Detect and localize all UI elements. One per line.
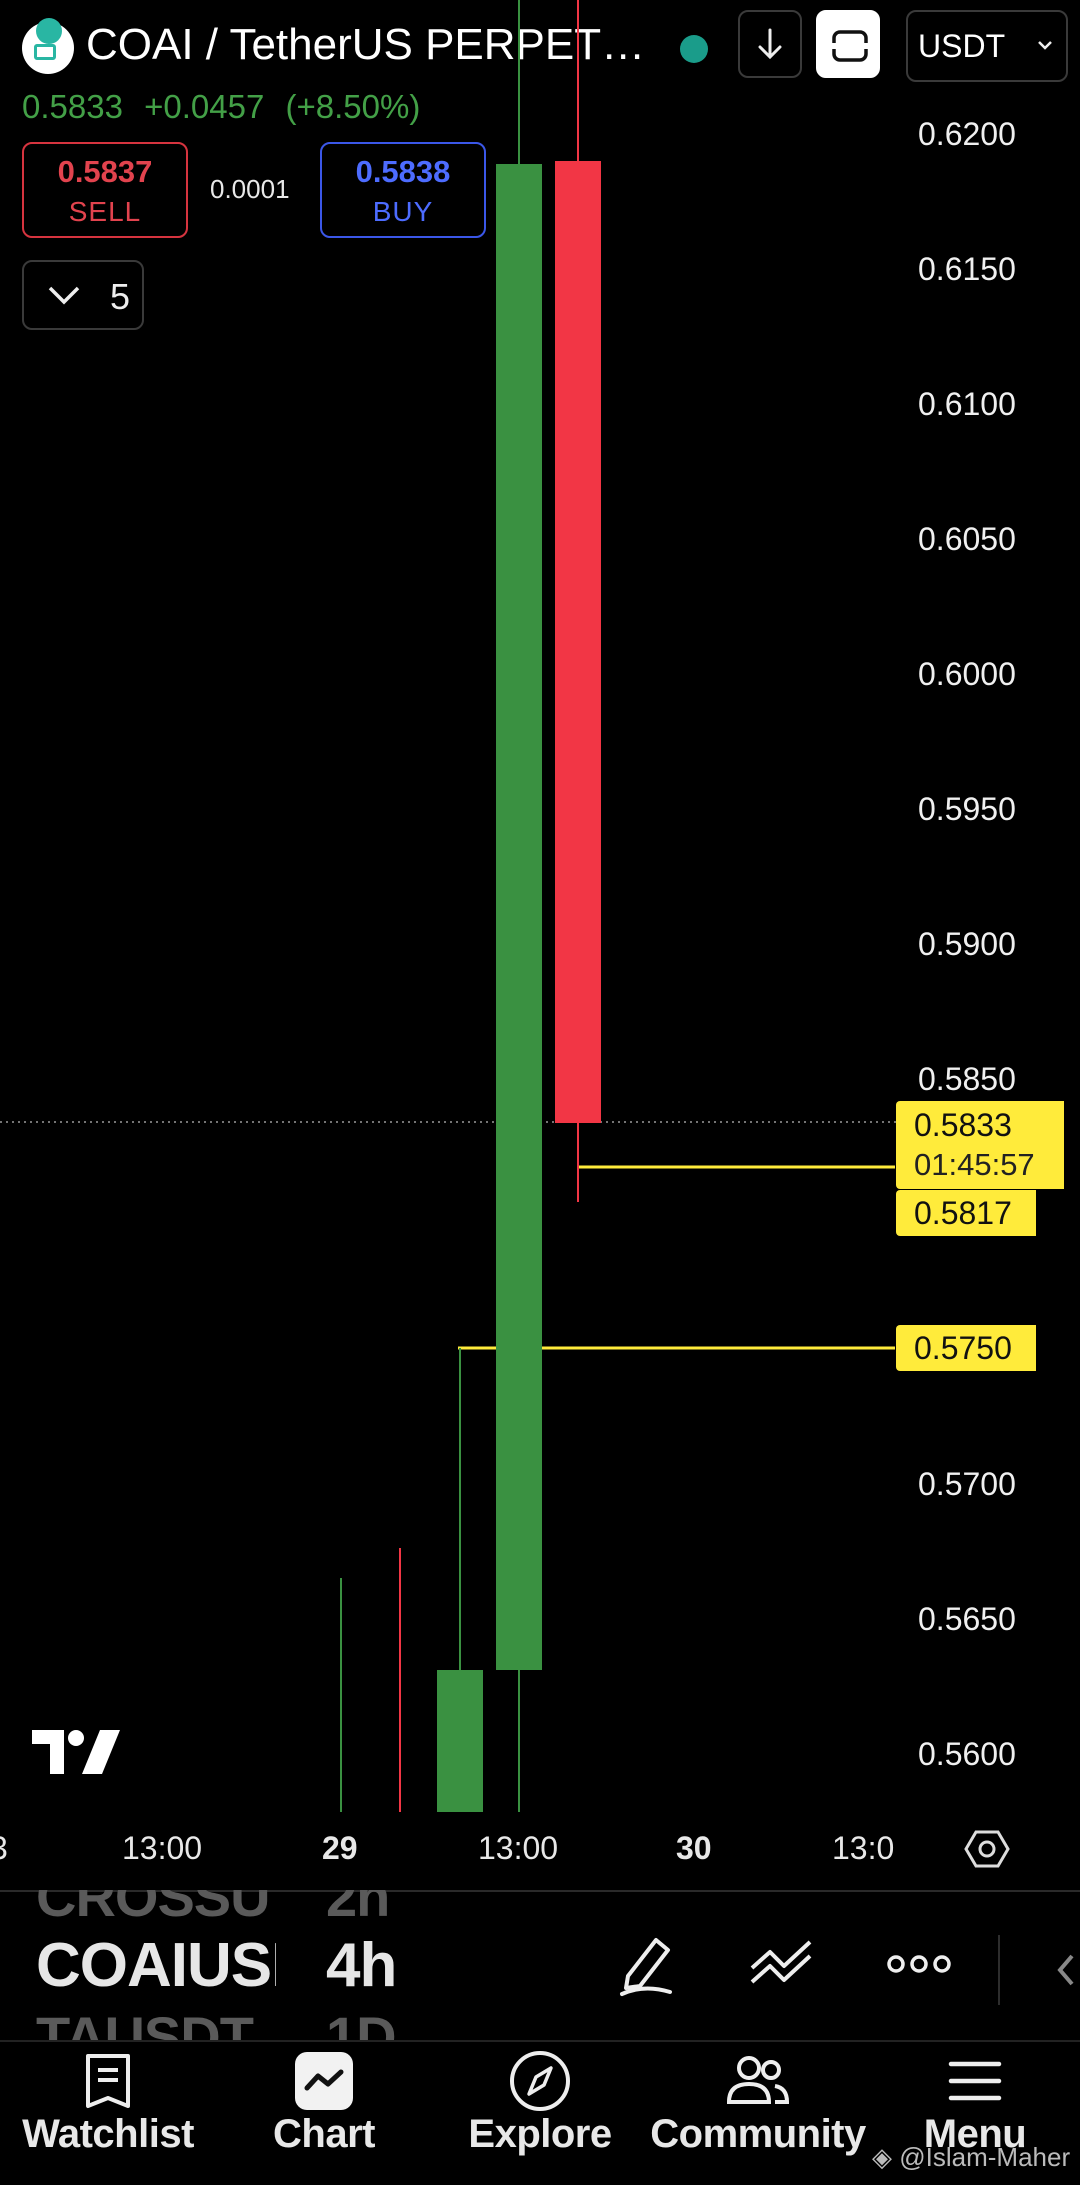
divider bbox=[0, 2040, 1080, 2042]
nav-explore[interactable]: Explore bbox=[440, 2050, 640, 2157]
chart-icon bbox=[295, 2052, 353, 2110]
symbol-prev: CROSSU bbox=[36, 1890, 271, 1928]
watchlist-icon bbox=[86, 2054, 130, 2108]
divider bbox=[998, 1935, 1000, 2005]
chevron-down-icon bbox=[1038, 41, 1052, 50]
draw-pen-icon[interactable] bbox=[614, 1930, 684, 2000]
nav-chart[interactable]: Chart bbox=[226, 2050, 422, 2157]
interval-wheel[interactable]: 2h 4h 1D bbox=[326, 1890, 426, 2040]
price-tick: 0.6000 bbox=[918, 656, 1016, 692]
settings-icon[interactable] bbox=[964, 1826, 1010, 1872]
time-tick: 13:00 bbox=[122, 1830, 203, 1866]
current-price-label: 0.5833 01:45:57 bbox=[896, 1101, 1064, 1189]
hamburger-icon bbox=[948, 2061, 1002, 2101]
nav-watchlist-label: Watchlist bbox=[22, 2112, 194, 2156]
current-price-value: 0.5833 bbox=[914, 1107, 1012, 1143]
nav-menu[interactable]: Menu bbox=[890, 2050, 1060, 2157]
watermark: ◈ @Islam-Maher bbox=[872, 2142, 1070, 2173]
symbol-wheel[interactable]: CROSSU COAIUSI TAUSDT bbox=[36, 1890, 276, 2040]
price-tick: 0.5900 bbox=[918, 926, 1016, 962]
currency-value: USDT bbox=[918, 28, 1006, 64]
candle-body-up[interactable] bbox=[496, 164, 542, 1670]
binance-icon: ◈ bbox=[872, 2142, 892, 2172]
interval-next: 1D bbox=[326, 2005, 397, 2040]
price-tick: 0.5600 bbox=[918, 1736, 1016, 1772]
nav-explore-label: Explore bbox=[468, 2112, 612, 2156]
time-tick-date: 30 bbox=[676, 1830, 712, 1866]
time-tick: 3 bbox=[0, 1830, 8, 1867]
nav-watchlist[interactable]: Watchlist bbox=[10, 2050, 206, 2157]
price-tick: 0.6100 bbox=[918, 386, 1016, 422]
price-tick: 0.6050 bbox=[918, 521, 1016, 557]
nav-community[interactable]: Community bbox=[648, 2050, 868, 2157]
symbol-current: COAIUSI bbox=[36, 1931, 276, 2000]
trendline-tool-icon[interactable] bbox=[746, 1930, 820, 2000]
price-tick: 0.5850 bbox=[918, 1061, 1016, 1097]
level-label-2: 0.5750 bbox=[896, 1325, 1036, 1371]
bar-countdown: 01:45:57 bbox=[914, 1147, 1035, 1182]
price-tick: 0.5950 bbox=[918, 791, 1016, 827]
nav-community-label: Community bbox=[650, 2112, 866, 2156]
tradingview-logo[interactable] bbox=[30, 1728, 122, 1776]
time-tick: 13:0 bbox=[832, 1830, 895, 1866]
interval-prev: 2h bbox=[326, 1890, 390, 1928]
candle-body-up[interactable] bbox=[437, 1670, 483, 1812]
interval-current: 4h bbox=[326, 1931, 397, 2000]
price-tick: 0.5700 bbox=[918, 1466, 1016, 1502]
compass-icon bbox=[510, 2051, 570, 2111]
price-tick: 0.5650 bbox=[918, 1601, 1016, 1637]
price-tick: 0.6150 bbox=[918, 251, 1016, 287]
time-tick-date: 29 bbox=[322, 1830, 358, 1866]
price-tick: 0.6200 bbox=[918, 116, 1016, 152]
more-icon[interactable] bbox=[884, 1944, 954, 1984]
chevron-left-icon[interactable] bbox=[1050, 1950, 1080, 1990]
level-label-1: 0.5817 bbox=[896, 1190, 1036, 1236]
nav-chart-label: Chart bbox=[273, 2112, 375, 2156]
time-tick: 13:00 bbox=[478, 1830, 559, 1866]
watermark-text: @Islam-Maher bbox=[899, 2142, 1071, 2172]
candle-body-down[interactable] bbox=[555, 161, 601, 1123]
community-icon bbox=[726, 2056, 790, 2104]
symbol-next: TAUSDT bbox=[36, 2005, 254, 2040]
currency-select[interactable]: USDT bbox=[906, 10, 1068, 82]
chart-canvas[interactable] bbox=[0, 0, 900, 1820]
